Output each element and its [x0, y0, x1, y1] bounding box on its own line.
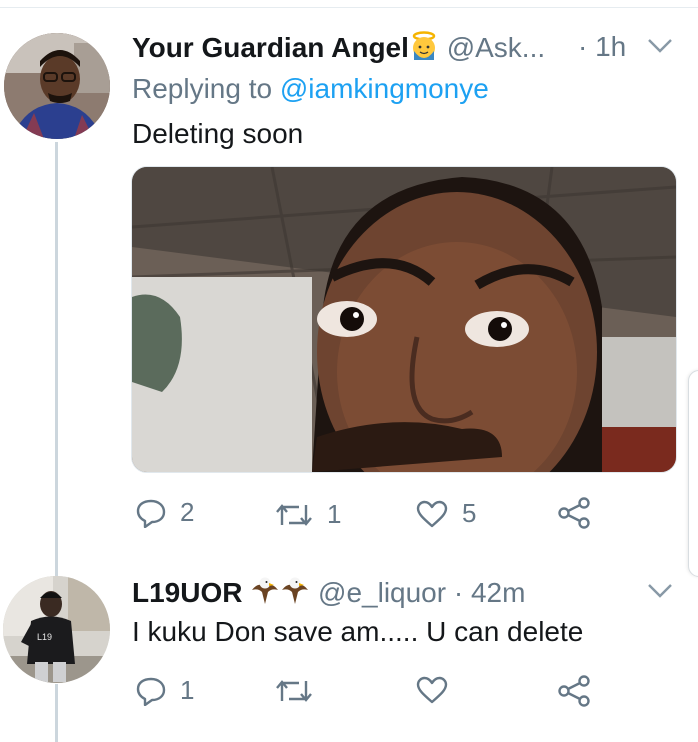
display-name[interactable]: L19UOR — [132, 577, 242, 608]
timestamp[interactable]: · 1h — [578, 31, 626, 63]
chevron-down-icon[interactable] — [647, 583, 673, 604]
retweet-icon — [276, 503, 312, 526]
replying-to-label: Replying to — [132, 73, 280, 104]
retweet-button[interactable] — [275, 677, 313, 705]
reply-count: 2 — [180, 497, 195, 527]
like-button[interactable]: 5 — [416, 498, 476, 529]
tweet-text: I kuku Don save am..... U can delete — [132, 616, 584, 647]
display-name[interactable]: Your Guardian Angel — [132, 32, 409, 63]
tweet-media-photo[interactable] — [131, 166, 677, 473]
thread-connector-line — [55, 142, 58, 582]
like-count: 5 — [462, 498, 477, 528]
thread-connector-line — [55, 684, 58, 742]
heart-icon — [416, 500, 448, 527]
timestamp[interactable]: · 42m — [454, 577, 526, 608]
retweet-icon — [276, 680, 312, 702]
angel-emoji-icon — [409, 31, 439, 68]
avatar[interactable]: L19 — [3, 576, 110, 683]
mention-link[interactable]: @iamkingmonye — [280, 73, 489, 104]
share-button[interactable] — [557, 675, 591, 707]
retweet-button[interactable]: 1 — [275, 499, 341, 530]
user-handle[interactable]: @Ask... — [447, 32, 545, 63]
tweet-text: Deleting soon — [132, 118, 304, 149]
share-button[interactable] — [557, 497, 591, 529]
reply-icon — [136, 677, 166, 706]
share-icon — [558, 675, 590, 707]
replying-to: Replying to @iamkingmonye — [132, 73, 489, 105]
chevron-down-icon[interactable] — [647, 38, 673, 59]
svg-text:L19: L19 — [37, 632, 52, 642]
reply-button[interactable]: 1 — [136, 675, 194, 706]
side-scroll-handle[interactable] — [688, 370, 698, 577]
tweet-header: Your Guardian Angel @Ask... — [132, 31, 545, 68]
avatar[interactable] — [4, 33, 110, 139]
user-handle[interactable]: @e_liquor — [318, 577, 446, 608]
tweet-header: L19UOR @e_liquor · 42m — [132, 576, 525, 613]
eagle-emoji-icon — [250, 576, 280, 613]
reply-icon — [136, 499, 166, 528]
like-button[interactable] — [416, 676, 448, 704]
reply-button[interactable]: 2 — [136, 497, 194, 528]
reply-count: 1 — [180, 675, 195, 705]
retweet-count: 1 — [327, 499, 342, 529]
share-icon — [558, 497, 590, 529]
heart-icon — [416, 676, 448, 704]
top-divider — [0, 7, 698, 8]
eagle-emoji-icon — [280, 576, 310, 613]
